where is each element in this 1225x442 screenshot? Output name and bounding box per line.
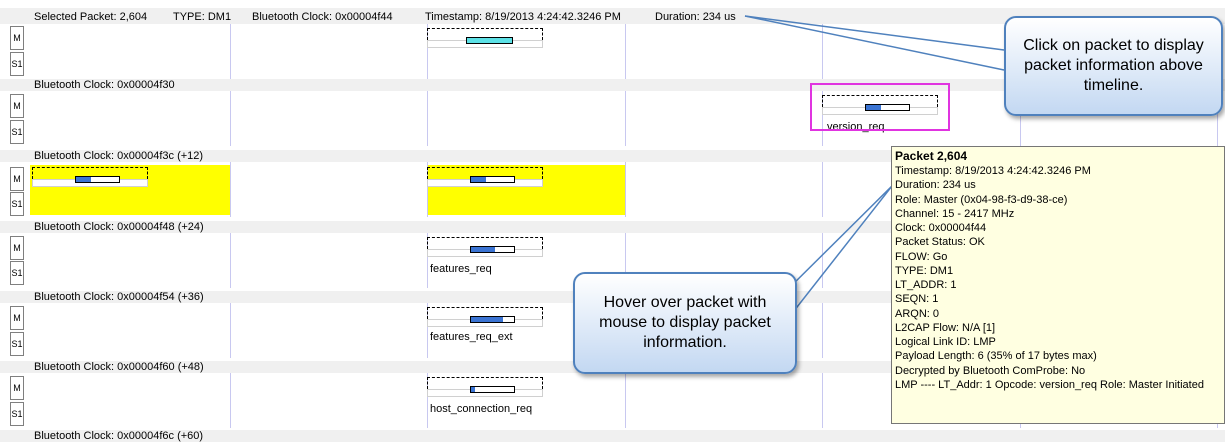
tooltip-line: Duration: 234 us: [895, 179, 976, 192]
tooltip-line: Role: Master (0x04-98-f3-d9-38-ce): [895, 193, 1068, 206]
tooltip-line: LMP ---- LT_Addr: 1 Opcode: version_req …: [895, 378, 1204, 391]
tooltip-line: ARQN: 0: [895, 307, 940, 320]
tooltip-title: Packet 2,604: [895, 149, 968, 163]
tooltip-line: SEQN: 1: [895, 293, 939, 306]
tooltip-line: L2CAP Flow: N/A [1]: [895, 321, 996, 334]
tooltip-line: Channel: 15 - 2417 MHz: [895, 207, 1015, 220]
tooltip-line: TYPE: DM1: [895, 264, 954, 277]
tooltip-line: Clock: 0x00004f44: [895, 222, 987, 234]
tooltip-line: Logical Link ID: LMP: [895, 336, 996, 348]
hover-packet-callout: Hover over packet with mouse to display …: [573, 272, 797, 374]
packet-tooltip: Packet 2,604 Timestamp: 8/19/2013 4:24:4…: [891, 146, 1225, 424]
tooltip-line: LT_ADDR: 1: [895, 279, 957, 291]
tooltip-line: Packet Status: OK: [895, 236, 985, 249]
click-packet-callout: Click on packet to display packet inform…: [1004, 16, 1223, 116]
tooltip-line: Decrypted by Bluetooth ComProbe: No: [895, 364, 1086, 377]
tooltip-line: Payload Length: 6 (35% of 17 bytes max): [895, 350, 1097, 363]
tooltip-line: FLOW: Go: [895, 250, 948, 263]
tooltip-line: Timestamp: 8/19/2013 4:24:42.3246 PM: [895, 165, 1091, 177]
